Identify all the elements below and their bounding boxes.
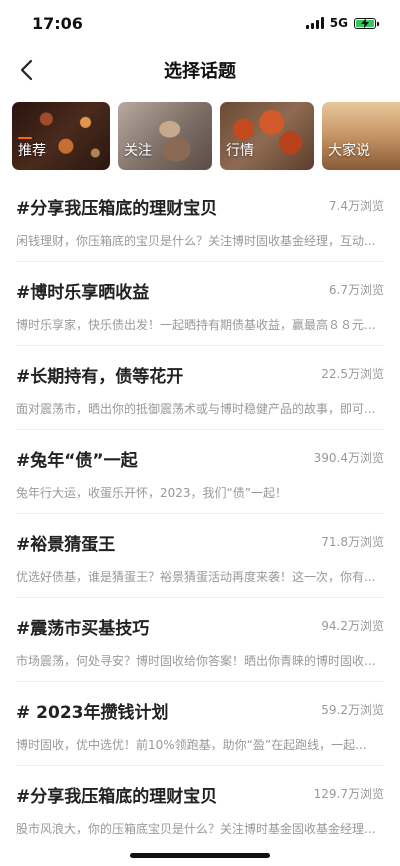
active-tab-indicator <box>18 137 32 139</box>
topic-title: #长期持有，债等花开 <box>16 367 184 387</box>
category-tabs: 推荐 关注 行情 大家说 <box>12 102 400 170</box>
network-type: 5G <box>329 16 348 30</box>
tab-market[interactable]: 行情 <box>220 102 314 170</box>
topic-title: # 2023年攒钱计划 <box>16 703 169 723</box>
topic-item[interactable]: #裕景猜蛋王 71.8万浏览 优选好债基，谁是猜蛋王？裕景猜蛋活动再度来袭！这一… <box>16 514 384 598</box>
topic-description: 博时乐享家，快乐债出发！一起晒持有期债基收益，赢最高８８元... <box>16 318 376 332</box>
topic-item[interactable]: #分享我压箱底的理财宝贝 7.4万浏览 闲钱理财，你压箱底的宝贝是什么？关注博时… <box>16 178 384 262</box>
topic-views: 390.4万浏览 <box>313 451 384 465</box>
status-indicators: 5G <box>305 16 379 30</box>
back-button[interactable] <box>12 56 40 84</box>
topic-description: 市场震荡，何处寻安？博时固收给你答案！晒出你青睐的博时固收... <box>16 654 376 668</box>
tab-label: 行情 <box>226 143 254 159</box>
topic-description: 兔年行大运，收蛋乐开怀，2023，我们“债”一起！ <box>16 486 287 500</box>
tab-label: 推荐 <box>18 143 46 159</box>
tab-following[interactable]: 关注 <box>118 102 212 170</box>
topic-views: 59.2万浏览 <box>321 703 384 717</box>
topic-item[interactable]: #长期持有，债等花开 22.5万浏览 面对震荡市，晒出你的抵御震荡术或与博时稳健… <box>16 346 384 430</box>
tab-label: 关注 <box>124 143 152 159</box>
topic-title: #分享我压箱底的理财宝贝 <box>16 199 218 219</box>
topic-views: 71.8万浏览 <box>321 535 384 549</box>
topic-title: #震荡市买基技巧 <box>16 619 150 639</box>
tab-everyone-says[interactable]: 大家说 <box>322 102 400 170</box>
topic-item[interactable]: # 2023年攒钱计划 59.2万浏览 博时固收，优中选优！前10%领跑基，助你… <box>16 682 384 766</box>
battery-icon <box>354 17 379 29</box>
topic-item[interactable]: #分享我压箱底的理财宝贝 129.7万浏览 股市风浪大，你的压箱底宝贝是什么？关… <box>16 766 384 850</box>
topic-views: 129.7万浏览 <box>313 787 384 801</box>
topic-description: 面对震荡市，晒出你的抵御震荡术或与博时稳健产品的故事，即可... <box>16 402 376 416</box>
page-title: 选择话题 <box>164 61 236 82</box>
tab-label: 大家说 <box>328 143 370 159</box>
topic-views: 6.7万浏览 <box>328 283 384 297</box>
topic-title: #博时乐享晒收益 <box>16 283 150 303</box>
topic-description: 优选好债基，谁是猜蛋王？裕景猜蛋活动再度来袭！这一次，你有... <box>16 570 376 584</box>
topic-description: 股市风浪大，你的压箱底宝贝是什么？关注博时基金固收基金经理... <box>16 822 376 836</box>
status-bar: 17:06 5G <box>0 0 400 46</box>
nav-header: 选择话题 <box>0 46 400 94</box>
topic-description: 博时固收，优中选优！前10%领跑基，助你“盈”在起跑线，一起... <box>16 738 367 752</box>
chevron-left-icon <box>20 59 33 81</box>
topic-description: 闲钱理财，你压箱底的宝贝是什么？关注博时固收基金经理，互动... <box>16 234 376 248</box>
topic-list: #分享我压箱底的理财宝贝 7.4万浏览 闲钱理财，你压箱底的宝贝是什么？关注博时… <box>0 178 400 850</box>
tab-recommended[interactable]: 推荐 <box>12 102 110 170</box>
topic-title: #兔年“债”一起 <box>16 451 138 471</box>
topic-views: 22.5万浏览 <box>321 367 384 381</box>
topic-title: #裕景猜蛋王 <box>16 535 116 555</box>
topic-views: 7.4万浏览 <box>328 199 384 213</box>
topic-item[interactable]: #震荡市买基技巧 94.2万浏览 市场震荡，何处寻安？博时固收给你答案！晒出你青… <box>16 598 384 682</box>
topic-title: #分享我压箱底的理财宝贝 <box>16 787 218 807</box>
topic-views: 94.2万浏览 <box>321 619 384 633</box>
home-indicator[interactable] <box>130 853 270 858</box>
status-time: 17:06 <box>32 13 83 33</box>
topic-item[interactable]: #兔年“债”一起 390.4万浏览 兔年行大运，收蛋乐开怀，2023，我们“债”… <box>16 430 384 514</box>
signal-icon <box>305 17 324 29</box>
topic-item[interactable]: #博时乐享晒收益 6.7万浏览 博时乐享家，快乐债出发！一起晒持有期债基收益，赢… <box>16 262 384 346</box>
